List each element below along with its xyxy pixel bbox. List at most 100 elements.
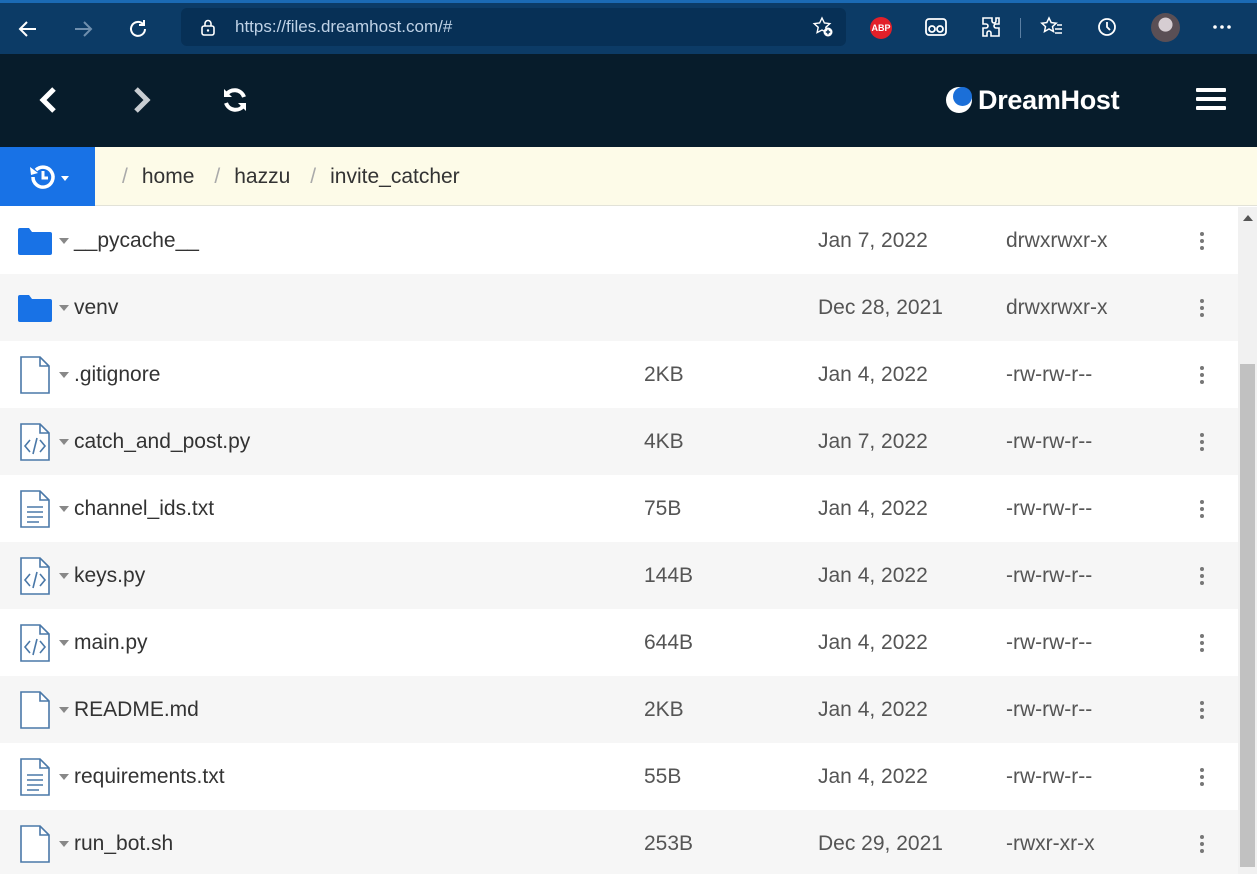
row-dropdown-caret-icon[interactable] [59, 573, 69, 579]
file-name[interactable]: .gitignore [74, 363, 160, 387]
breadcrumb-invite-catcher[interactable]: invite_catcher [330, 165, 460, 189]
browser-refresh-icon[interactable] [110, 5, 165, 53]
file-permissions: -rw-rw-r-- [1006, 362, 1093, 386]
file-size: 253B [644, 831, 694, 855]
nav-back-button[interactable] [27, 78, 71, 122]
code-file-icon [18, 556, 52, 595]
browser-forward-icon[interactable] [55, 5, 110, 53]
row-dropdown-caret-icon[interactable] [59, 305, 69, 311]
extension-glasses-icon[interactable] [922, 13, 950, 41]
dreamhost-logo-icon [946, 87, 972, 113]
toolbar-divider [1020, 18, 1021, 38]
dreamhost-logo[interactable]: DreamHost [946, 84, 1120, 116]
file-name[interactable]: keys.py [74, 564, 145, 588]
file-size: 144B [644, 563, 694, 587]
row-dropdown-caret-icon[interactable] [59, 640, 69, 646]
file-date: Jan 4, 2022 [818, 563, 928, 587]
file-row[interactable]: main.py 644B Jan 4, 2022 -rw-rw-r-- [0, 609, 1238, 676]
nav-forward-button[interactable] [119, 78, 163, 122]
file-date: Jan 4, 2022 [818, 697, 928, 721]
row-dropdown-caret-icon[interactable] [59, 439, 69, 445]
file-size: 4KB [644, 429, 684, 453]
address-bar[interactable]: https://files.dreamhost.com/# [181, 8, 846, 46]
file-permissions: -rw-rw-r-- [1006, 496, 1093, 520]
breadcrumb: / home / hazzu / invite_catcher [122, 164, 460, 189]
row-dropdown-caret-icon[interactable] [59, 707, 69, 713]
file-row[interactable]: .gitignore 2KB Jan 4, 2022 -rw-rw-r-- [0, 341, 1238, 408]
row-dropdown-caret-icon[interactable] [59, 841, 69, 847]
scroll-thumb[interactable] [1240, 364, 1255, 867]
row-actions-kebab-icon[interactable] [1194, 695, 1210, 725]
file-permissions: -rw-rw-r-- [1006, 697, 1093, 721]
file-name[interactable]: main.py [74, 631, 148, 655]
file-name[interactable]: run_bot.sh [74, 832, 173, 856]
refresh-icon [224, 88, 246, 112]
file-date: Jan 4, 2022 [818, 362, 928, 386]
row-actions-kebab-icon[interactable] [1194, 494, 1210, 524]
history-dropdown-button[interactable] [0, 147, 95, 206]
row-actions-kebab-icon[interactable] [1194, 226, 1210, 256]
file-icon [18, 690, 52, 729]
folder-icon [18, 222, 52, 260]
add-favorite-icon[interactable] [812, 16, 834, 38]
file-permissions: -rw-rw-r-- [1006, 563, 1093, 587]
file-name[interactable]: venv [74, 296, 118, 320]
row-actions-kebab-icon[interactable] [1194, 293, 1210, 323]
file-size: 644B [644, 630, 694, 654]
file-size: 55B [644, 764, 682, 788]
file-name[interactable]: requirements.txt [74, 765, 225, 789]
file-row[interactable]: requirements.txt 55B Jan 4, 2022 -rw-rw-r-- [0, 743, 1238, 810]
file-date: Jan 4, 2022 [818, 764, 928, 788]
favorites-icon[interactable] [1038, 13, 1066, 41]
file-row[interactable]: catch_and_post.py 4KB Jan 7, 2022 -rw-rw-r-… [0, 408, 1238, 475]
file-row[interactable]: channel_ids.txt 75B Jan 4, 2022 -rw-rw-r-- [0, 475, 1238, 542]
file-permissions: -rw-rw-r-- [1006, 764, 1093, 788]
row-dropdown-caret-icon[interactable] [59, 372, 69, 378]
file-date: Dec 28, 2021 [818, 295, 943, 319]
adblock-plus-icon[interactable]: ABP [870, 17, 892, 39]
row-dropdown-caret-icon[interactable] [59, 774, 69, 780]
file-icon [18, 355, 52, 394]
breadcrumb-hazzu[interactable]: hazzu [234, 165, 290, 189]
file-icon [18, 824, 52, 863]
row-actions-kebab-icon[interactable] [1194, 628, 1210, 658]
extensions-puzzle-icon[interactable] [977, 13, 1005, 41]
folder-icon [18, 289, 52, 327]
file-permissions: drwxrwxr-x [1006, 228, 1108, 252]
file-date: Jan 4, 2022 [818, 496, 928, 520]
file-permissions: drwxrwxr-x [1006, 295, 1108, 319]
row-actions-kebab-icon[interactable] [1194, 360, 1210, 390]
file-row[interactable]: __pycache__ Jan 7, 2022 drwxrwxr-x [0, 207, 1238, 274]
file-list: __pycache__ Jan 7, 2022 drwxrwxr-x venv Dec … [0, 207, 1238, 874]
refresh-button[interactable] [213, 78, 257, 122]
file-row[interactable]: venv Dec 28, 2021 drwxrwxr-x [0, 274, 1238, 341]
history-icon [29, 164, 69, 189]
more-options-icon[interactable] [1208, 13, 1236, 41]
url-text: https://files.dreamhost.com/# [235, 17, 453, 36]
hamburger-menu-icon[interactable] [1196, 88, 1226, 112]
history-icon[interactable] [1093, 13, 1121, 41]
row-actions-kebab-icon[interactable] [1194, 762, 1210, 792]
file-name[interactable]: __pycache__ [74, 229, 199, 253]
file-date: Dec 29, 2021 [818, 831, 943, 855]
profile-avatar[interactable] [1151, 13, 1180, 42]
file-row[interactable]: keys.py 144B Jan 4, 2022 -rw-rw-r-- [0, 542, 1238, 609]
file-name[interactable]: channel_ids.txt [74, 497, 214, 521]
scroll-up-arrow-icon[interactable] [1243, 215, 1253, 221]
file-size: 2KB [644, 697, 684, 721]
file-name[interactable]: catch_and_post.py [74, 430, 250, 454]
lock-icon [201, 19, 215, 36]
row-dropdown-caret-icon[interactable] [59, 506, 69, 512]
row-actions-kebab-icon[interactable] [1194, 561, 1210, 591]
file-name[interactable]: README.md [74, 698, 199, 722]
breadcrumb-home[interactable]: home [142, 165, 195, 189]
scrollbar[interactable] [1238, 207, 1257, 874]
file-row[interactable]: README.md 2KB Jan 4, 2022 -rw-rw-r-- [0, 676, 1238, 743]
file-row[interactable]: run_bot.sh 253B Dec 29, 2021 -rwxr-xr-x [0, 810, 1238, 874]
app-header: DreamHost [0, 54, 1257, 147]
text-file-icon [18, 757, 52, 796]
row-actions-kebab-icon[interactable] [1194, 427, 1210, 457]
row-actions-kebab-icon[interactable] [1194, 829, 1210, 859]
browser-back-icon[interactable] [0, 5, 55, 53]
row-dropdown-caret-icon[interactable] [59, 238, 69, 244]
